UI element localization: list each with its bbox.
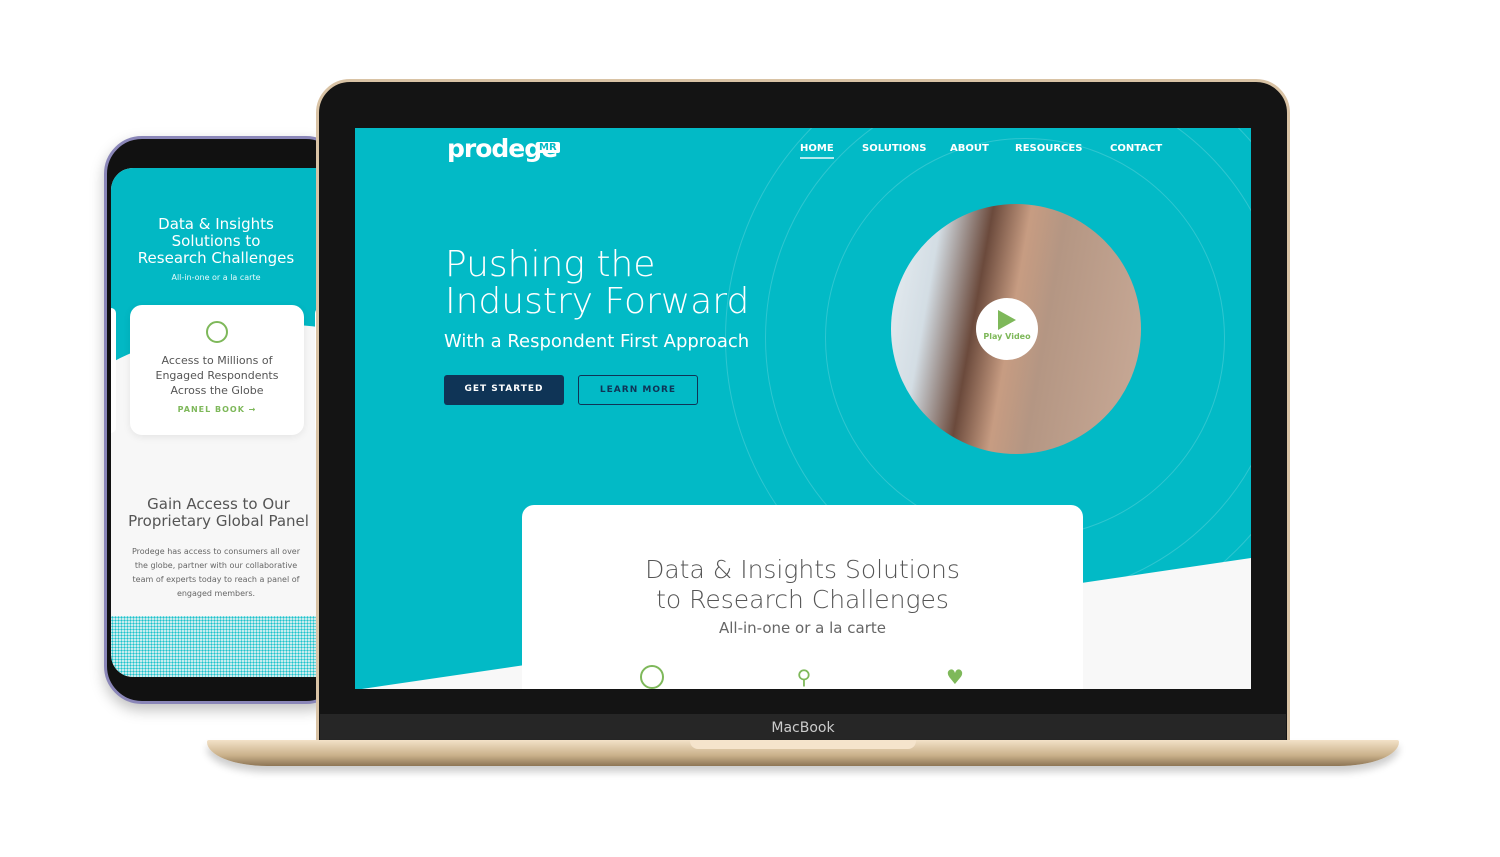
card-title-line: Data & Insights Solutions bbox=[645, 555, 960, 584]
logo-badge: MR bbox=[536, 142, 560, 153]
learn-more-button[interactable]: LEARN MORE bbox=[578, 375, 698, 405]
nav-about[interactable]: ABOUT bbox=[950, 143, 989, 154]
mobile-section-title: Gain Access to Our Proprietary Global Pan… bbox=[111, 496, 326, 530]
card-line: Access to Millions of bbox=[161, 354, 273, 367]
hero-title: Pushing the Industry Forward bbox=[445, 246, 749, 320]
nav-solutions[interactable]: SOLUTIONS bbox=[862, 143, 926, 154]
laptop-notch bbox=[690, 740, 916, 749]
panel-book-link[interactable]: PANEL BOOK → bbox=[130, 405, 304, 414]
mobile-card-prev[interactable] bbox=[111, 308, 116, 433]
handshake-icon: ♥ bbox=[946, 665, 964, 689]
get-started-button[interactable]: GET STARTED bbox=[444, 375, 564, 405]
section-title-line: Proprietary Global Panel bbox=[128, 512, 309, 530]
laptop-chin: MacBook bbox=[320, 714, 1286, 742]
mobile-card: Access to Millions of Engaged Respondents… bbox=[130, 305, 304, 435]
card-title: Data & Insights Solutions to Research Cha… bbox=[522, 555, 1083, 615]
mobile-title-line: Solutions to bbox=[171, 232, 261, 250]
solutions-card: Data & Insights Solutions to Research Cha… bbox=[522, 505, 1083, 689]
world-map-dots bbox=[111, 616, 326, 677]
nav-home[interactable]: HOME bbox=[800, 143, 834, 159]
card-subtitle: All-in-one or a la carte bbox=[719, 619, 886, 637]
nav-resources[interactable]: RESOURCES bbox=[1015, 143, 1082, 154]
globe-icon bbox=[206, 321, 228, 343]
card-title-line: to Research Challenges bbox=[656, 585, 949, 614]
globe-icon bbox=[640, 665, 664, 689]
mobile-title: Data & Insights Solutions to Research Chal… bbox=[111, 216, 321, 267]
nav-contact[interactable]: CONTACT bbox=[1110, 143, 1162, 154]
play-video-label: Play Video bbox=[983, 332, 1031, 341]
card-line: Across the Globe bbox=[170, 384, 264, 397]
card-line: Engaged Respondents bbox=[155, 369, 279, 382]
hero-subtitle: With a Respondent First Approach bbox=[444, 331, 750, 352]
mobile-title-line: Data & Insights bbox=[158, 215, 274, 233]
mobile-screen: Data & Insights Solutions to Research Chal… bbox=[111, 168, 326, 677]
mobile-subtitle: All-in-one or a la carte bbox=[171, 273, 261, 282]
mobile-title-line: Research Challenges bbox=[137, 249, 295, 267]
play-video-button[interactable]: Play Video bbox=[976, 298, 1038, 360]
play-icon bbox=[998, 310, 1016, 330]
magnifier-icon: ⚲ bbox=[796, 665, 812, 689]
desktop-screen: prodege MR HOME SOLUTIONS ABOUT RESOURCE… bbox=[355, 128, 1251, 689]
mobile-card-text: Access to Millions of Engaged Respondents… bbox=[130, 353, 304, 398]
section-title-line: Gain Access to Our bbox=[147, 495, 290, 513]
mobile-section-text: Prodege has access to consumers all over… bbox=[131, 547, 301, 598]
hero-title-line: Pushing the bbox=[445, 244, 656, 285]
hero-title-line: Industry Forward bbox=[445, 281, 750, 322]
